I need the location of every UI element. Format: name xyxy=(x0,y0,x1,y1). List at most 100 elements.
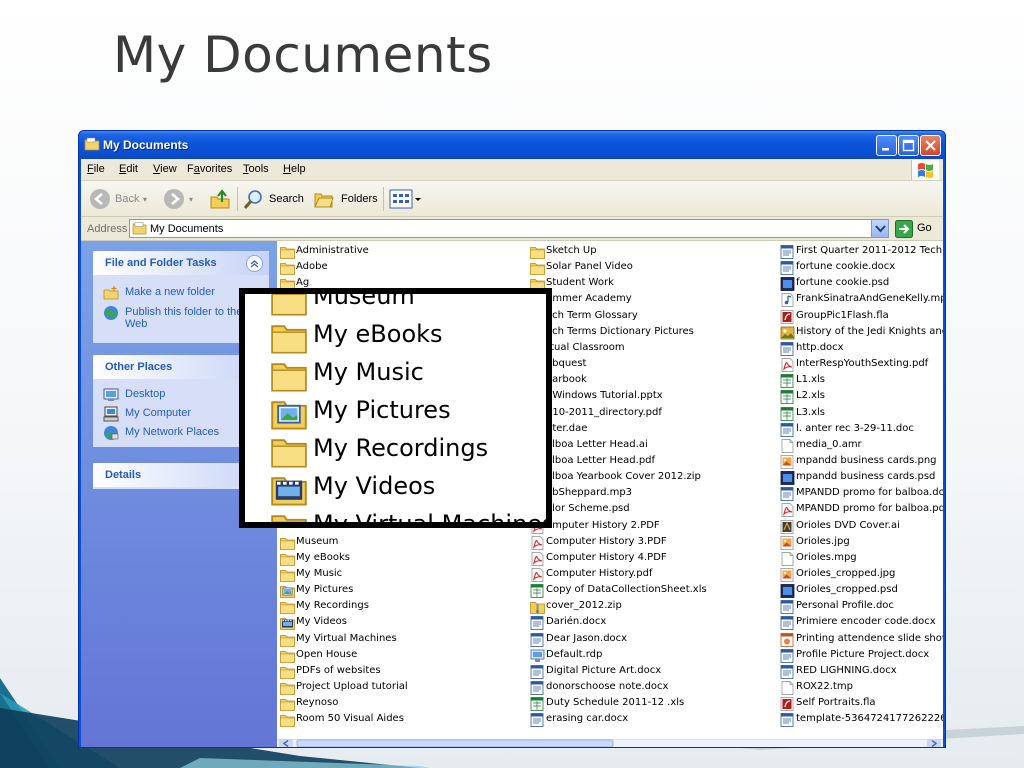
folder-item[interactable]: ebquest xyxy=(530,357,770,373)
file-item[interactable]: Digital Picture Art.docx xyxy=(530,664,770,680)
file-item[interactable]: alboa Letter Head.pdf xyxy=(530,454,770,470)
address-input[interactable]: My Documents xyxy=(129,219,889,238)
search-button[interactable]: Search xyxy=(243,188,305,210)
file-item[interactable]: omputer History 2.PDF xyxy=(530,519,770,535)
folder-item[interactable]: Room 50 Visual Aides xyxy=(280,712,520,728)
folder-item[interactable]: My Pictures xyxy=(280,583,520,599)
file-item[interactable]: ROX22.tmp xyxy=(780,680,943,696)
file-item[interactable]: olor Scheme.psd xyxy=(530,502,770,518)
file-item[interactable]: donorschoose note.docx xyxy=(530,680,770,696)
file-item[interactable]: Printing attendence slide showppt xyxy=(780,632,943,648)
forward-button[interactable]: ▾ xyxy=(163,188,203,210)
folder-item[interactable]: My Recordings xyxy=(280,599,520,615)
folder-item[interactable]: Student Work xyxy=(530,276,770,292)
desktop-link[interactable]: Desktop xyxy=(103,387,223,403)
file-item[interactable]: Self Portraits.fla xyxy=(780,696,943,712)
folder-item[interactable]: My Virtual Machines xyxy=(280,632,520,648)
file-item[interactable]: L3.xls xyxy=(780,406,943,422)
file-item[interactable]: nter.dae xyxy=(530,422,770,438)
folder-item[interactable]: ech Term Glossary xyxy=(530,309,770,325)
file-item[interactable]: L2.xls xyxy=(780,389,943,405)
file-item[interactable]: Computer History 3.PDF xyxy=(530,535,770,551)
views-button[interactable] xyxy=(389,188,423,210)
folder-item[interactable]: rtual Classroom xyxy=(530,341,770,357)
file-item[interactable]: L1.xls xyxy=(780,373,943,389)
folder-item[interactable]: Solar Panel Video xyxy=(530,260,770,276)
file-item[interactable]: http.docx xyxy=(780,341,943,357)
file-item[interactable]: Profile Picture Project.docx xyxy=(780,648,943,664)
file-item[interactable]: Dear Jason.docx xyxy=(530,632,770,648)
folder-item[interactable]: Museum xyxy=(280,535,520,551)
go-button[interactable]: Go xyxy=(895,220,941,238)
file-item[interactable]: template-536472417726222619 xyxy=(780,712,943,728)
file-item[interactable]: Duty Schedule 2011-12 .xls xyxy=(530,696,770,712)
file-item[interactable]: Default.rdp xyxy=(530,648,770,664)
menu-favorites[interactable]: Favorites xyxy=(187,163,232,175)
file-item[interactable]: Darién.docx xyxy=(530,615,770,631)
file-item[interactable]: History of the Jedi Knights and S xyxy=(780,325,943,341)
file-item[interactable]: GroupPic1Flash.fla xyxy=(780,309,943,325)
my-network-places-link[interactable]: My Network Places xyxy=(103,425,243,441)
menu-file[interactable]: File xyxy=(87,163,105,175)
file-name: L1.xls xyxy=(796,374,826,386)
folder-item[interactable]: Reynoso xyxy=(280,696,520,712)
file-item[interactable]: Personal Profile.doc xyxy=(780,599,943,615)
file-item[interactable]: Computer History.pdf xyxy=(530,567,770,583)
menu-help[interactable]: Help xyxy=(283,163,306,175)
file-item[interactable]: Computer History 4.PDF xyxy=(530,551,770,567)
file-item[interactable]: 010-2011_directory.pdf xyxy=(530,406,770,422)
back-button[interactable]: Back ▾ xyxy=(89,188,153,210)
folder-item[interactable]: Administrative xyxy=(280,244,520,260)
file-item[interactable]: obSheppard.mp3 xyxy=(530,486,770,502)
file-item[interactable]: erasing car.docx xyxy=(530,712,770,728)
file-item[interactable]: Orioles_cropped.jpg xyxy=(780,567,943,583)
folders-button[interactable]: Folders xyxy=(313,188,379,210)
file-item[interactable]: mpandd business cards.psd xyxy=(780,470,943,486)
minimize-button[interactable] xyxy=(876,135,897,156)
file-item[interactable]: alboa Yearbook Cover 2012.zip xyxy=(530,470,770,486)
file-item[interactable]: alboa Letter Head.ai xyxy=(530,438,770,454)
folder-item[interactable]: PDFs of websites xyxy=(280,664,520,680)
file-item[interactable]: l. anter rec 3-29-11.doc xyxy=(780,422,943,438)
folder-item[interactable]: My eBooks xyxy=(280,551,520,567)
up-folder-button[interactable] xyxy=(209,188,233,210)
file-item[interactable]: First Quarter 2011-2012 Technology xyxy=(780,244,943,260)
close-button[interactable] xyxy=(920,135,941,156)
file-item[interactable]: Orioles.jpg xyxy=(780,535,943,551)
folder-item[interactable]: earbook xyxy=(530,373,770,389)
file-item[interactable]: fortune cookie.docx xyxy=(780,260,943,276)
file-item[interactable]: fortune cookie.psd xyxy=(780,276,943,292)
folder-item[interactable]: ummer Academy xyxy=(530,292,770,308)
file-item[interactable]: $Windows Tutorial.pptx xyxy=(530,389,770,405)
file-item[interactable]: Primiere encoder code.docx xyxy=(780,615,943,631)
menu-tools[interactable]: Tools xyxy=(243,163,269,175)
file-item[interactable]: Copy of DataCollectionSheet.xls xyxy=(530,583,770,599)
folder-item[interactable]: My Music xyxy=(280,567,520,583)
address-dropdown-button[interactable] xyxy=(871,220,888,237)
file-item[interactable]: MPANDD promo for balboa.pdf xyxy=(780,502,943,518)
file-item[interactable]: FrankSinatraAndGeneKelly.mp3 xyxy=(780,292,943,308)
file-item[interactable]: cover_2012.zip xyxy=(530,599,770,615)
window-titlebar[interactable]: My Documents xyxy=(79,131,945,159)
folder-item[interactable]: Project Upload tutorial xyxy=(280,680,520,696)
file-item[interactable]: Orioles_cropped.psd xyxy=(780,583,943,599)
folder-item[interactable]: My Videos xyxy=(280,615,520,631)
horizontal-scrollbar[interactable] xyxy=(277,739,943,747)
file-item[interactable]: Orioles DVD Cover.ai xyxy=(780,519,943,535)
file-item[interactable]: mpandd business cards.png xyxy=(780,454,943,470)
menu-edit[interactable]: Edit xyxy=(119,163,138,175)
maximize-button[interactable] xyxy=(898,135,919,156)
file-item[interactable]: MPANDD promo for balboa.docx xyxy=(780,486,943,502)
file-item[interactable]: InterRespYouthSexting.pdf xyxy=(780,357,943,373)
file-item[interactable]: media_0.amr xyxy=(780,438,943,454)
file-folder-tasks-header[interactable]: File and Folder Tasks xyxy=(93,251,269,275)
menu-view[interactable]: View xyxy=(153,163,177,175)
folder-item[interactable]: Adobe xyxy=(280,260,520,276)
folder-item[interactable]: ech Terms Dictionary Pictures xyxy=(530,325,770,341)
file-item[interactable]: RED LIGHNING.docx xyxy=(780,664,943,680)
file-item[interactable]: Orioles.mpg xyxy=(780,551,943,567)
my-computer-link[interactable]: My Computer xyxy=(103,406,223,422)
folder-item[interactable]: Sketch Up xyxy=(530,244,770,260)
folder-item[interactable]: Open House xyxy=(280,648,520,664)
collapse-button[interactable] xyxy=(246,255,263,272)
